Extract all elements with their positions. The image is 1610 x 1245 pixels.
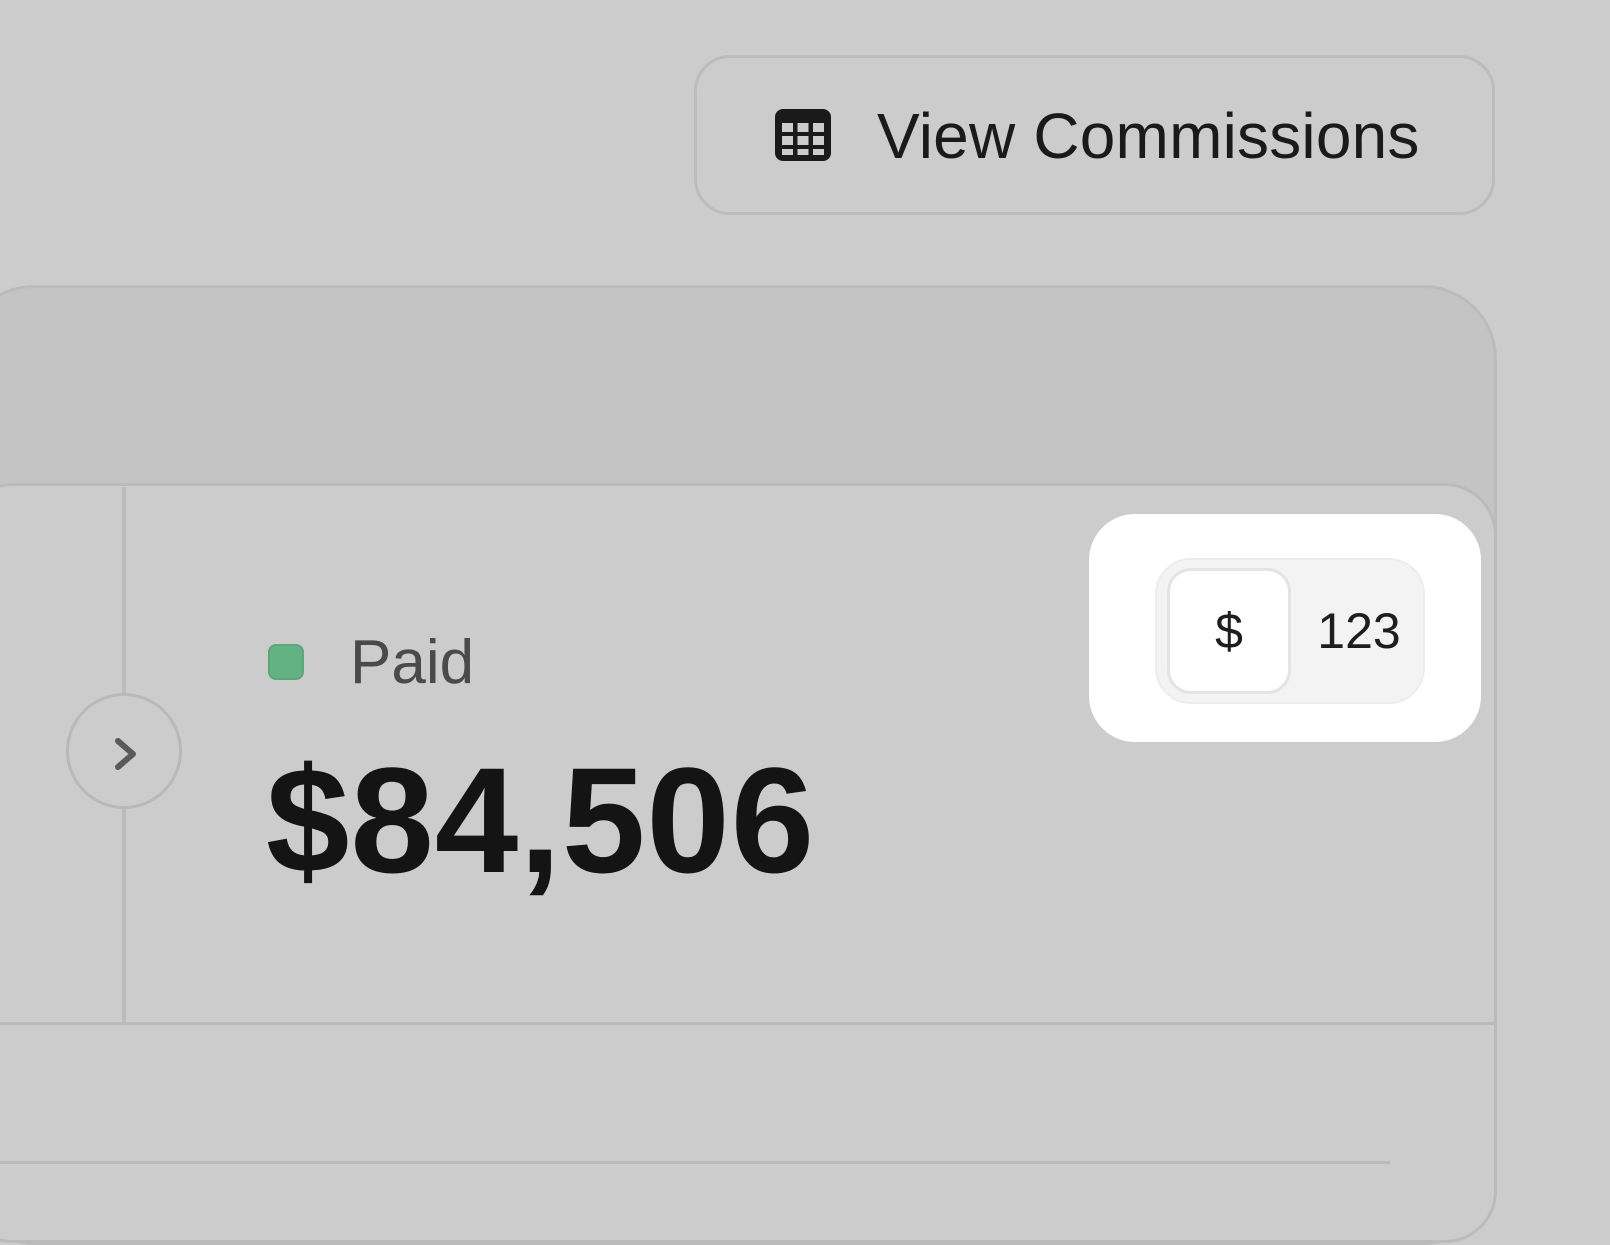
number-format-option[interactable]: 123 bbox=[1303, 568, 1415, 694]
horizontal-divider bbox=[0, 1022, 1494, 1025]
bottom-divider bbox=[0, 1161, 1390, 1164]
currency-format-option[interactable]: $ bbox=[1167, 568, 1291, 694]
segmented-control: $ 123 bbox=[1155, 558, 1425, 704]
expand-button[interactable] bbox=[66, 693, 182, 809]
number-format-label: 123 bbox=[1317, 603, 1401, 659]
currency-format-label: $ bbox=[1215, 603, 1243, 659]
paid-amount: $84,506 bbox=[266, 736, 816, 904]
display-format-toggle: $ 123 bbox=[1089, 514, 1481, 742]
status-label: Paid bbox=[350, 628, 475, 697]
chevron-right-icon bbox=[115, 738, 136, 770]
table-grid-icon bbox=[775, 109, 831, 161]
status-color-swatch bbox=[268, 644, 304, 680]
view-commissions-button[interactable]: View Commissions bbox=[694, 55, 1495, 215]
view-commissions-label: View Commissions bbox=[877, 100, 1420, 172]
